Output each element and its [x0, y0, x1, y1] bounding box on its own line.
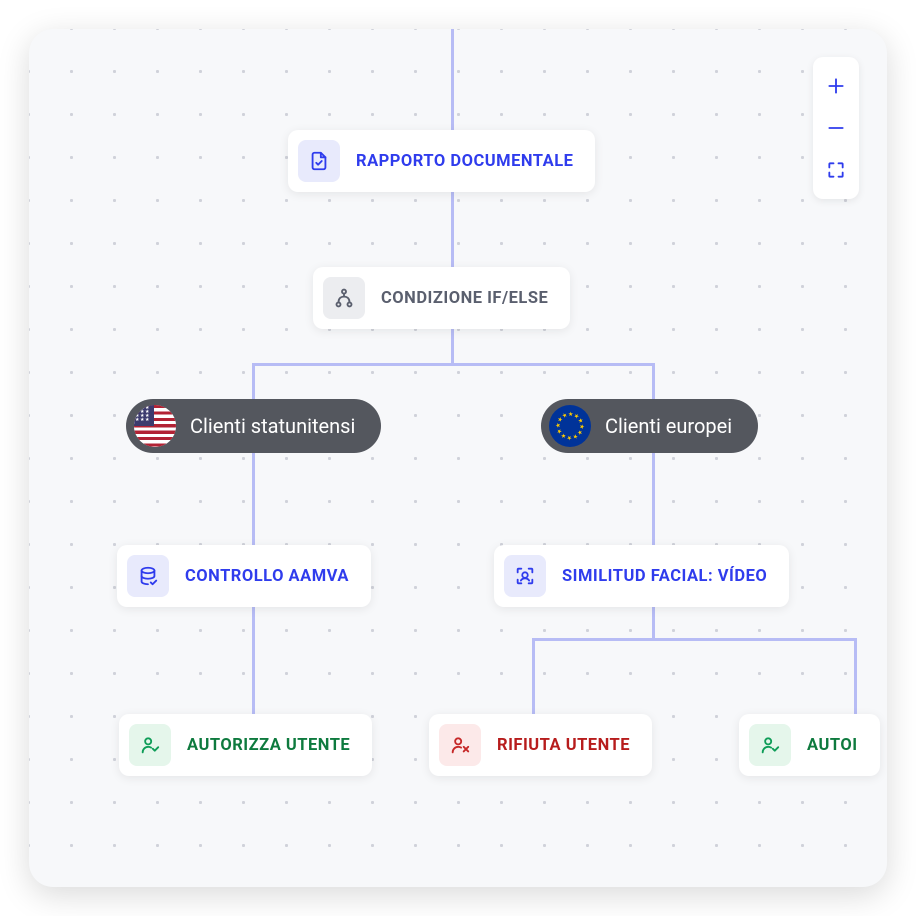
branch-icon	[323, 277, 365, 319]
zoom-fit-button[interactable]	[813, 149, 859, 191]
document-icon	[298, 140, 340, 182]
plus-icon	[826, 76, 846, 96]
connector	[451, 339, 454, 365]
branch-pill-eu[interactable]: ★ ★ ★ ★ ★ ★ ★ ★ ★ ★ ★ ★ Clienti europei	[541, 399, 758, 453]
database-icon	[127, 555, 169, 597]
node-label: RIFIUTA UTENTE	[497, 736, 630, 755]
node-label: SIMILITUD FACIAL: VÍDEO	[562, 567, 767, 586]
node-label: RAPPORTO DOCUMENTALE	[356, 152, 573, 171]
face-scan-icon	[504, 555, 546, 597]
node-approve-right[interactable]: AUTOI	[739, 714, 880, 776]
branch-pill-us[interactable]: ★★★★★★★★★★★★ Clienti statunitensi	[126, 399, 381, 453]
node-aamva[interactable]: CONTROLLO AAMVA	[117, 545, 371, 607]
user-check-icon	[749, 724, 791, 766]
user-check-icon	[129, 724, 171, 766]
workflow-canvas[interactable]: RAPPORTO DOCUMENTALE CONDIZIONE IF/ELSE …	[29, 29, 887, 887]
node-label: AUTORIZZA UTENTE	[187, 736, 350, 755]
branch-label: Clienti europei	[605, 414, 732, 438]
node-label: AUTOI	[807, 736, 858, 755]
branch-label: Clienti statunitensi	[190, 414, 355, 438]
node-document-report[interactable]: RAPPORTO DOCUMENTALE	[288, 130, 595, 192]
expand-icon	[826, 160, 846, 180]
zoom-in-button[interactable]	[813, 65, 859, 107]
node-approve-left[interactable]: AUTORIZZA UTENTE	[119, 714, 372, 776]
zoom-controls	[813, 57, 859, 199]
minus-icon	[826, 118, 846, 138]
node-facial[interactable]: SIMILITUD FACIAL: VÍDEO	[494, 545, 789, 607]
eu-flag-icon: ★ ★ ★ ★ ★ ★ ★ ★ ★ ★ ★ ★	[549, 405, 591, 447]
node-label: CONTROLLO AAMVA	[185, 567, 349, 586]
zoom-out-button[interactable]	[813, 107, 859, 149]
user-x-icon	[439, 724, 481, 766]
us-flag-icon: ★★★★★★★★★★★★	[134, 405, 176, 447]
node-condition[interactable]: CONDIZIONE IF/ELSE	[313, 267, 570, 329]
connector	[532, 638, 857, 641]
node-reject[interactable]: RIFIUTA UTENTE	[429, 714, 652, 776]
node-label: CONDIZIONE IF/ELSE	[381, 289, 548, 308]
